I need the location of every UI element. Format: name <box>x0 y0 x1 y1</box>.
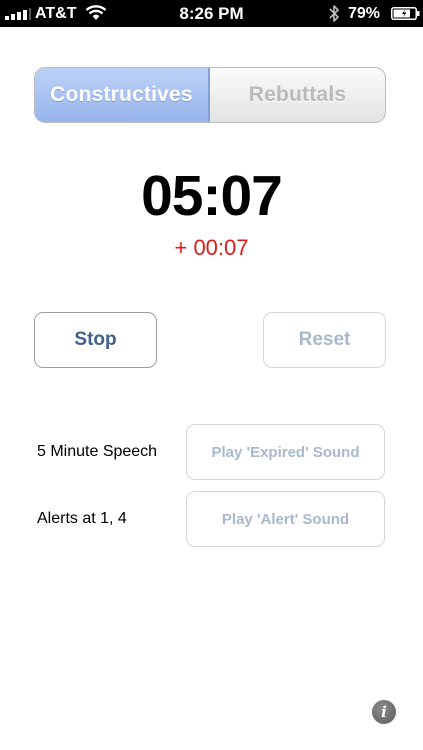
speech-type-segmented-control: Constructives Rebuttals <box>34 67 386 123</box>
battery-percent: 79% <box>348 5 381 22</box>
play-alert-sound-button[interactable]: Play 'Alert' Sound <box>186 491 385 547</box>
overtime-display: + 00:07 <box>174 235 249 260</box>
timer-display: 05:07 <box>141 164 283 228</box>
play-expired-sound-button[interactable]: Play 'Expired' Sound <box>186 424 385 480</box>
battery-icon <box>391 7 420 20</box>
segment-constructives[interactable]: Constructives <box>35 68 210 122</box>
segment-constructives-label: Constructives <box>50 83 193 106</box>
segment-rebuttals[interactable]: Rebuttals <box>210 68 385 122</box>
reset-button-label: Reset <box>298 329 351 350</box>
alerts-label: Alerts at 1, 4 <box>37 510 127 527</box>
reset-button[interactable]: Reset <box>263 312 386 368</box>
play-expired-sound-label: Play 'Expired' Sound <box>211 443 360 461</box>
status-bar: AT&T 8:26 PM 79% <box>0 0 423 27</box>
stop-button[interactable]: Stop <box>34 312 157 368</box>
info-icon[interactable]: i <box>372 700 396 724</box>
segment-rebuttals-label: Rebuttals <box>248 83 347 106</box>
bluetooth-icon <box>329 5 339 22</box>
info-glyph: i <box>381 703 387 721</box>
stop-button-label: Stop <box>74 329 117 350</box>
speech-length-label: 5 Minute Speech <box>37 443 158 460</box>
play-alert-sound-label: Play 'Alert' Sound <box>221 510 350 528</box>
